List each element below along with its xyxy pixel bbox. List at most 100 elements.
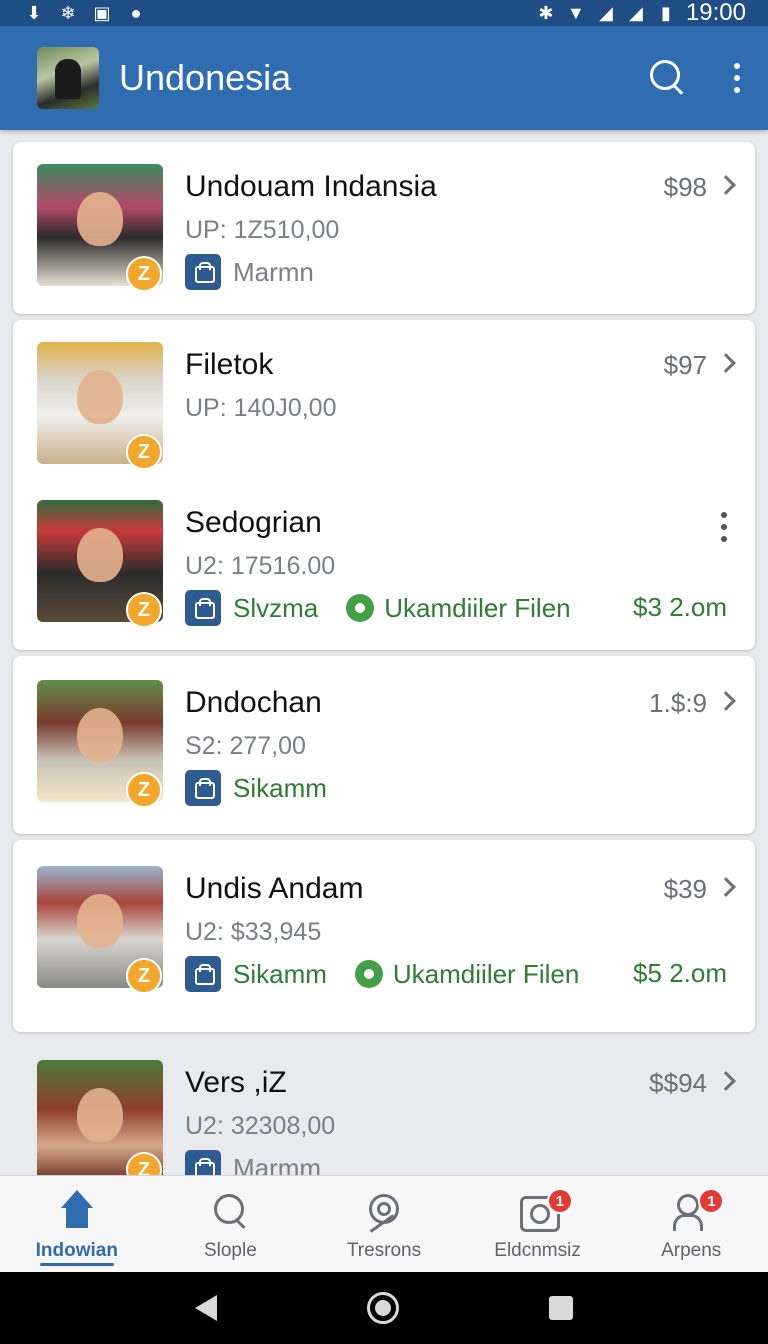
list-card: Z Filetok UP: 140J0,00 $97 Z Sedogrian U… [13, 320, 755, 650]
bluetooth-icon: ✱ [538, 3, 554, 23]
item-title: Dndochan [185, 686, 322, 719]
chevron-right-icon[interactable] [716, 877, 736, 897]
status-time: 19:00 [685, 0, 746, 26]
results-list: Z Undouam Indansia UP: 1Z510,00 $98 Marm… [0, 130, 768, 1175]
bag-icon [185, 1150, 221, 1175]
list-card: Z Undis Andam U2: $33,945 $39 Sikamm Uka… [13, 840, 755, 1032]
nav-item-people[interactable]: 1 Arpens [614, 1176, 768, 1272]
search-icon [208, 1190, 252, 1234]
target-icon [362, 1190, 406, 1234]
nav-label: Eldcnmsiz [494, 1240, 581, 1261]
app-bar: Undonesia [0, 26, 768, 130]
more-vert-icon[interactable] [732, 63, 742, 93]
item-meta-status: Ukamdiiler Filen [392, 958, 580, 989]
z-badge-icon: Z [126, 772, 162, 808]
item-title: Vers ,iZ [185, 1066, 287, 1099]
z-badge-icon: Z [126, 256, 162, 292]
nav-item-target[interactable]: Tresrons [307, 1176, 461, 1272]
z-badge-icon: Z [126, 958, 162, 994]
list-item[interactable]: Z Sedogrian U2: 17516.00 Slvzma Ukamdiil… [13, 500, 755, 630]
list-item[interactable]: Z Undouam Indansia UP: 1Z510,00 $98 Marm… [13, 164, 755, 294]
item-subtitle: UP: 1Z510,00 [185, 216, 340, 244]
chevron-right-icon[interactable] [716, 1071, 736, 1091]
item-meta-label: Marmn [233, 256, 314, 287]
notification-badge: 1 [698, 1188, 725, 1214]
item-subtitle: U2: $33,945 [185, 918, 322, 946]
app-bar-actions [648, 58, 742, 98]
download-icon: ⬇ [26, 3, 42, 23]
nav-label: Slople [203, 1240, 257, 1261]
status-left-icons: ⬇ ❄ ▣ ● [24, 3, 146, 23]
home-button-icon[interactable] [367, 1292, 399, 1324]
signal-icon: ◢ [599, 3, 613, 23]
avatar[interactable] [37, 47, 99, 109]
bag-icon [185, 254, 221, 290]
battery-icon: ▮ [660, 3, 671, 23]
active-indicator [40, 1263, 114, 1266]
item-meta: Slvzma Ukamdiiler Filen [185, 590, 571, 626]
status-dot-icon [346, 594, 375, 622]
list-item[interactable]: Z Undis Andam U2: $33,945 $39 Sikamm Uka… [13, 866, 755, 996]
system-nav-bar [0, 1272, 768, 1344]
item-price: $$94 [649, 1068, 707, 1098]
status-dot-icon [354, 960, 383, 988]
nav-label: Indowian [35, 1240, 118, 1261]
notification-badge: 1 [546, 1188, 573, 1214]
chevron-right-icon[interactable] [716, 175, 736, 195]
chat-icon: ● [130, 3, 142, 23]
item-price: $97 [663, 350, 707, 380]
item-subtitle: U2: 32308,00 [185, 1112, 336, 1140]
item-title: Undouam Indansia [185, 170, 437, 203]
chevron-right-icon[interactable] [716, 691, 736, 711]
item-price: $39 [663, 874, 707, 904]
item-subtitle: S2: 277,00 [185, 732, 306, 760]
item-price: $98 [663, 172, 707, 202]
nav-item-camera[interactable]: 1 Eldcnmsiz [461, 1176, 615, 1272]
z-badge-icon: Z [126, 434, 162, 470]
nav-item-home[interactable]: Indowian [0, 1176, 154, 1272]
bottom-nav: Indowian Slople Tresrons 1 Eldcnmsiz 1 A… [0, 1175, 768, 1272]
list-item[interactable]: Z Vers ,iZ U2: 32308,00 $$94 Marmm [13, 1060, 755, 1175]
back-icon[interactable] [195, 1295, 217, 1321]
item-meta: Sikamm [185, 770, 327, 806]
item-amount: $3 2.om [633, 592, 727, 622]
bag-icon [185, 590, 221, 626]
status-right-icons: ✱ ▼ ◢ ◢ ▮ 19:00 [536, 0, 746, 27]
snowflake-icon: ❄ [60, 3, 76, 23]
bag-icon [185, 770, 221, 806]
status-bar: ⬇ ❄ ▣ ● ✱ ▼ ◢ ◢ ▮ 19:00 [0, 0, 768, 26]
nav-label: Tresrons [346, 1240, 422, 1261]
list-card: Z Dndochan S2: 277,00 1.$:9 Sikamm [13, 656, 755, 834]
chevron-right-icon[interactable] [716, 353, 736, 373]
nav-item-search[interactable]: Slople [154, 1176, 308, 1272]
signal-icon: ◢ [629, 3, 643, 23]
item-meta: Marmm [185, 1150, 321, 1175]
nav-label: Arpens [661, 1240, 722, 1261]
wifi-icon: ▼ [567, 3, 585, 23]
item-price: 1.$:9 [649, 688, 707, 718]
home-icon [55, 1190, 99, 1234]
recents-icon[interactable] [549, 1296, 573, 1320]
z-badge-icon: Z [126, 592, 162, 628]
item-meta-label: Sikamm [233, 958, 327, 989]
list-card: Z Undouam Indansia UP: 1Z510,00 $98 Marm… [13, 142, 755, 314]
more-vert-icon[interactable] [721, 512, 727, 542]
item-meta: Marmn [185, 254, 314, 290]
item-title: Sedogrian [185, 506, 322, 539]
search-icon[interactable] [648, 58, 688, 98]
item-subtitle: U2: 17516.00 [185, 552, 336, 580]
list-item[interactable]: Z Dndochan S2: 277,00 1.$:9 Sikamm [13, 680, 755, 810]
item-amount: $5 2.om [633, 958, 727, 988]
item-title: Undis Andam [185, 872, 364, 905]
item-meta-label: Slvzma [233, 592, 319, 623]
item-title: Filetok [185, 348, 274, 381]
item-meta-status: Ukamdiiler Filen [384, 592, 571, 623]
item-meta-label: Sikamm [233, 772, 327, 803]
sim-icon: ▣ [93, 3, 111, 23]
item-subtitle: UP: 140J0,00 [185, 394, 337, 422]
page-title: Undonesia [119, 57, 292, 98]
item-meta-label: Marmm [233, 1152, 322, 1176]
bag-icon [185, 956, 221, 992]
list-item[interactable]: Z Filetok UP: 140J0,00 $97 [13, 342, 755, 472]
item-meta: Sikamm Ukamdiiler Filen [185, 956, 579, 992]
